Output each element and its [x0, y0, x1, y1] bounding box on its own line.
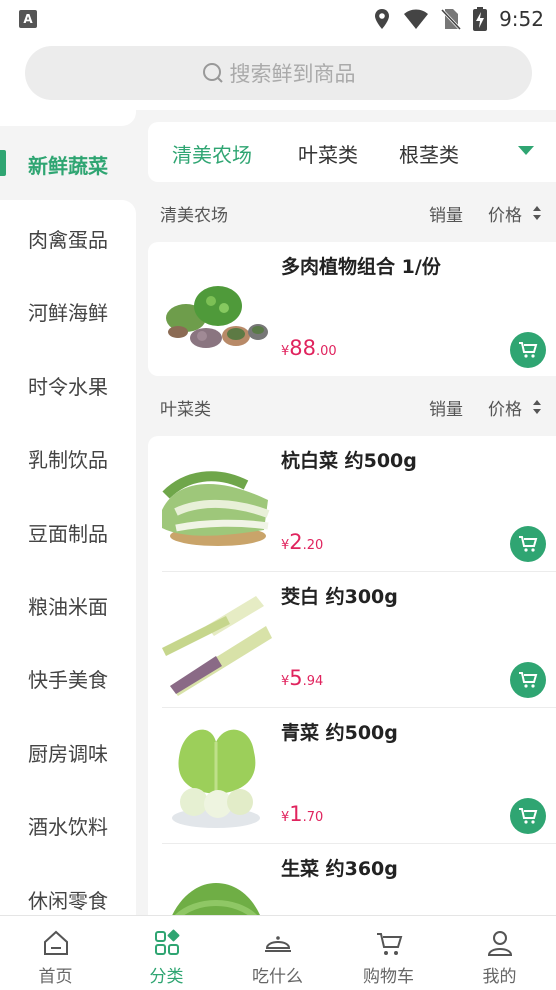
section-title: 清美农场 — [160, 206, 228, 226]
category-sidebar: 新鲜蔬菜 肉禽蛋品 河鲜海鲜 时令水果 乳制饮品 豆面制品 粮油米面 快手美食 … — [0, 110, 136, 915]
nav-home[interactable]: 首页 — [0, 916, 111, 990]
product-name[interactable]: 生菜 约360g — [281, 854, 398, 881]
product-name[interactable]: 茭白 约300g — [281, 582, 398, 609]
add-to-cart-button[interactable] — [510, 798, 546, 834]
product-image-succulents[interactable] — [156, 256, 274, 366]
sidebar-item-meat-eggs[interactable]: 肉禽蛋品 — [0, 224, 136, 253]
cart-icon — [377, 933, 403, 955]
cart-icon — [519, 342, 538, 358]
product-card: 多肉植物组合 1/份 ¥88.00 — [148, 242, 556, 376]
product-item[interactable]: 杭白菜 约500g ¥2.20 — [148, 436, 556, 572]
product-price: ¥1.70 — [281, 802, 324, 826]
product-name[interactable]: 多肉植物组合 1/份 — [281, 252, 441, 279]
product-card: 杭白菜 约500g ¥2.20 茭白 约300g ¥5.94 青菜 约500g … — [148, 436, 556, 915]
nav-label: 首页 — [38, 967, 73, 987]
cart-icon — [519, 808, 538, 824]
nav-category[interactable]: 分类 — [111, 916, 222, 990]
nav-label: 购物车 — [363, 967, 414, 987]
nav-label: 我的 — [482, 967, 517, 987]
product-price: ¥5.94 — [281, 666, 324, 690]
clock: 9:52 — [499, 7, 544, 31]
sidebar-item-quick-meals[interactable]: 快手美食 — [0, 664, 136, 693]
search-input[interactable]: 搜索鲜到商品 — [25, 46, 532, 100]
bottom-navigation: 首页 分类 吃什么 购物车 我的 — [0, 915, 556, 990]
search-placeholder: 搜索鲜到商品 — [229, 62, 356, 86]
sort-by-sales[interactable]: 销量 — [429, 395, 463, 420]
battery-charging-icon — [473, 7, 488, 31]
nav-cart[interactable]: 购物车 — [333, 916, 444, 990]
sort-by-price[interactable]: 价格 — [488, 395, 522, 420]
nav-what-to-eat[interactable]: 吃什么 — [222, 916, 333, 990]
product-price: ¥88.00 — [281, 336, 337, 360]
subcategory-tabs: 清美农场 叶菜类 根茎类 — [148, 122, 556, 182]
tab-qingmei-farm[interactable]: 清美农场 — [172, 139, 252, 168]
dish-icon — [265, 936, 291, 952]
product-name[interactable]: 青菜 约500g — [281, 718, 398, 745]
search-icon — [202, 63, 223, 83]
sidebar-item-dairy[interactable]: 乳制饮品 — [0, 444, 136, 473]
product-content: 清美农场 叶菜类 根茎类 清美农场 销量 价格 多肉植物组合 1/份 ¥88.0… — [136, 110, 556, 915]
sort-by-sales[interactable]: 销量 — [429, 201, 463, 226]
section-header: 清美农场 销量 价格 — [136, 192, 556, 232]
sort-icon[interactable] — [532, 399, 542, 415]
search-area: 搜索鲜到商品 — [0, 38, 556, 110]
product-item[interactable]: 生菜 约360g — [148, 844, 556, 915]
notification-a-icon: A — [19, 10, 37, 28]
sidebar-item-seafood[interactable]: 河鲜海鲜 — [0, 297, 136, 326]
sort-by-price[interactable]: 价格 — [488, 201, 522, 226]
location-icon — [375, 9, 390, 29]
status-icons: 9:52 — [373, 6, 544, 32]
sidebar-item-grain-oil[interactable]: 粮油米面 — [0, 591, 136, 620]
sort-icon[interactable] — [532, 205, 542, 221]
cart-icon — [519, 536, 538, 552]
product-image-water-bamboo[interactable] — [156, 586, 274, 696]
cart-icon — [519, 672, 538, 688]
product-image-bok-choy[interactable] — [156, 450, 274, 560]
product-price: ¥2.20 — [281, 530, 324, 554]
sidebar-item-snacks[interactable]: 休闲零食 — [0, 885, 136, 914]
add-to-cart-button[interactable] — [510, 662, 546, 698]
product-item[interactable]: 青菜 约500g ¥1.70 — [148, 708, 556, 844]
tab-root-vegetables[interactable]: 根茎类 — [399, 139, 459, 168]
status-bar: A 9:52 — [0, 0, 556, 38]
nav-label: 吃什么 — [252, 967, 303, 987]
sidebar-item-fruits[interactable]: 时令水果 — [0, 371, 136, 400]
expand-tabs-icon[interactable] — [518, 146, 534, 155]
product-item[interactable]: 多肉植物组合 1/份 ¥88.00 — [148, 242, 556, 376]
sidebar-item-fresh-vegetables[interactable]: 新鲜蔬菜 — [0, 150, 136, 179]
product-item[interactable]: 茭白 约300g ¥5.94 — [148, 572, 556, 708]
nav-label: 分类 — [149, 967, 184, 987]
section-header: 叶菜类 销量 价格 — [136, 386, 556, 426]
add-to-cart-button[interactable] — [510, 526, 546, 562]
profile-icon — [487, 931, 513, 956]
add-to-cart-button[interactable] — [510, 332, 546, 368]
category-icon — [155, 929, 180, 955]
nav-profile[interactable]: 我的 — [444, 916, 555, 990]
product-name[interactable]: 杭白菜 约500g — [281, 446, 417, 473]
product-image-green-vegetable[interactable] — [156, 722, 274, 832]
tab-leafy-vegetables[interactable]: 叶菜类 — [298, 139, 358, 168]
wifi-icon — [404, 9, 429, 29]
section-title: 叶菜类 — [160, 400, 211, 420]
sidebar-item-drinks[interactable]: 酒水饮料 — [0, 811, 136, 840]
home-icon — [44, 930, 68, 955]
no-sim-icon — [441, 8, 462, 30]
product-image-lettuce[interactable] — [156, 858, 274, 915]
sidebar-item-seasoning[interactable]: 厨房调味 — [0, 738, 136, 767]
sidebar-item-tofu-noodles[interactable]: 豆面制品 — [0, 518, 136, 547]
